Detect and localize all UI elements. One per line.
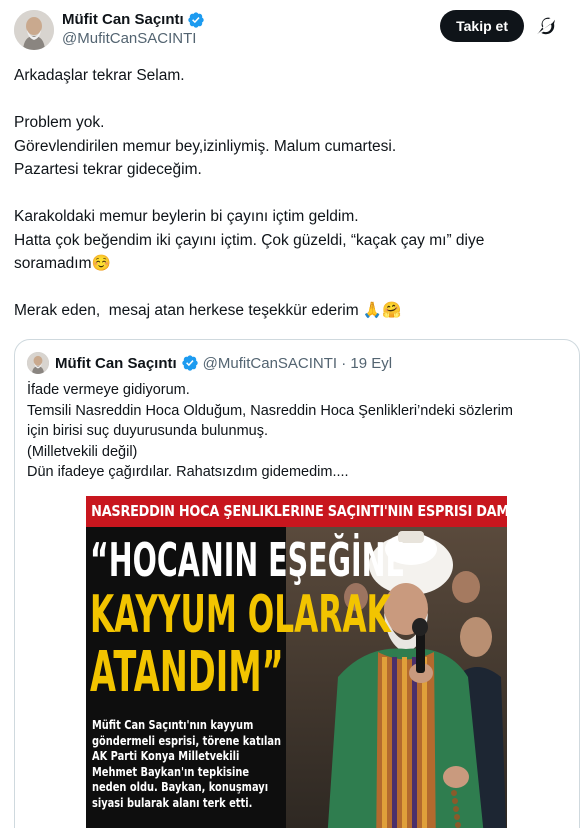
news-headline-2: KAYYUM OLARAK: [90, 585, 391, 645]
tweet-line: Merak eden, mesaj atan herkese teşekkür …: [14, 302, 402, 319]
tweet-header: Müfit Can Saçıntı @MufitCanSACINTI Takip…: [14, 10, 574, 50]
verified-badge-icon: [181, 355, 198, 371]
tweet-line: soramadım☺️: [14, 255, 111, 272]
quoted-line: Temsili Nasreddin Hoca Olduğum, Nasreddi…: [27, 402, 513, 419]
quoted-line: için birisi suç duyurusunda bulunmuş.: [27, 423, 268, 439]
news-caption: Müfit Can Saçıntı'nın kayyum göndermeli …: [92, 718, 302, 811]
tweet-line: Arkadaşlar tekrar Selam.: [14, 67, 185, 84]
author-avatar[interactable]: [14, 10, 54, 50]
grok-icon[interactable]: [536, 16, 556, 36]
caption-line: Müfit Can Saçıntı'nın kayyum: [92, 718, 254, 732]
caption-line: Mehmet Baykan'ın tepkisine: [92, 764, 250, 779]
tweet-body: Arkadaşlar tekrar Selam. Problem yok. Gö…: [14, 64, 570, 323]
caption-line: neden oldu. Baykan, konuşmayı: [92, 780, 269, 794]
caption-line: siyasi bularak alanı terk etti.: [92, 795, 253, 810]
tweet-line: Görevlendirilen memur bey,izinliymiş. Ma…: [14, 137, 397, 155]
news-headline-1: “HOCANIN EŞEĞİNE: [90, 533, 406, 587]
quoted-media-image[interactable]: NASREDDIN HOCA ŞENLIKLERINE SAÇINTI'NIN …: [86, 496, 507, 828]
tweet-line: Problem yok.: [14, 114, 105, 131]
quoted-tweet-body: İfade vermeye gidiyorum. Temsili Nasredd…: [27, 380, 567, 483]
author-handle[interactable]: @MufitCanSACINTI: [62, 29, 205, 49]
follow-button[interactable]: Takip et: [440, 10, 524, 42]
author-display-name[interactable]: Müfit Can Saçıntı: [62, 10, 205, 29]
display-name-text: Müfit Can Saçıntı: [62, 11, 184, 28]
quoted-line: Dün ifadeye çağırdılar. Rahatsızdım gide…: [27, 464, 349, 480]
quoted-line: (Milletvekili değil): [27, 443, 138, 460]
tweet-line: Karakoldaki memur beylerin bi çayını içt…: [14, 208, 359, 225]
quoted-author-avatar: [27, 352, 49, 374]
news-banner: NASREDDIN HOCA ŞENLIKLERINE SAÇINTI'NIN …: [86, 496, 507, 527]
quoted-tweet[interactable]: Müfit Can Saçıntı @MufitCanSACINTI · 19 …: [14, 339, 580, 828]
caption-line: göndermeli esprisi, törene katılan: [92, 733, 282, 748]
news-headline-3: ATANDIM”: [90, 640, 284, 705]
quoted-tweet-header: Müfit Can Saçıntı @MufitCanSACINTI · 19 …: [27, 352, 392, 374]
quoted-handle-date: @MufitCanSACINTI · 19 Eyl: [202, 354, 393, 372]
verified-badge-icon: [187, 11, 204, 28]
caption-line: AK Parti Konya Milletvekili: [92, 749, 240, 763]
tweet-line: Pazartesi tekrar gideceğim.: [14, 161, 202, 178]
tweet-line: Hatta çok beğendim iki çayını içtim. Çok…: [14, 231, 485, 249]
quoted-author-name: Müfit Can Saçıntı: [55, 354, 177, 372]
quoted-line: İfade vermeye gidiyorum.: [27, 382, 190, 398]
author-name-block[interactable]: Müfit Can Saçıntı @MufitCanSACINTI: [62, 10, 205, 49]
